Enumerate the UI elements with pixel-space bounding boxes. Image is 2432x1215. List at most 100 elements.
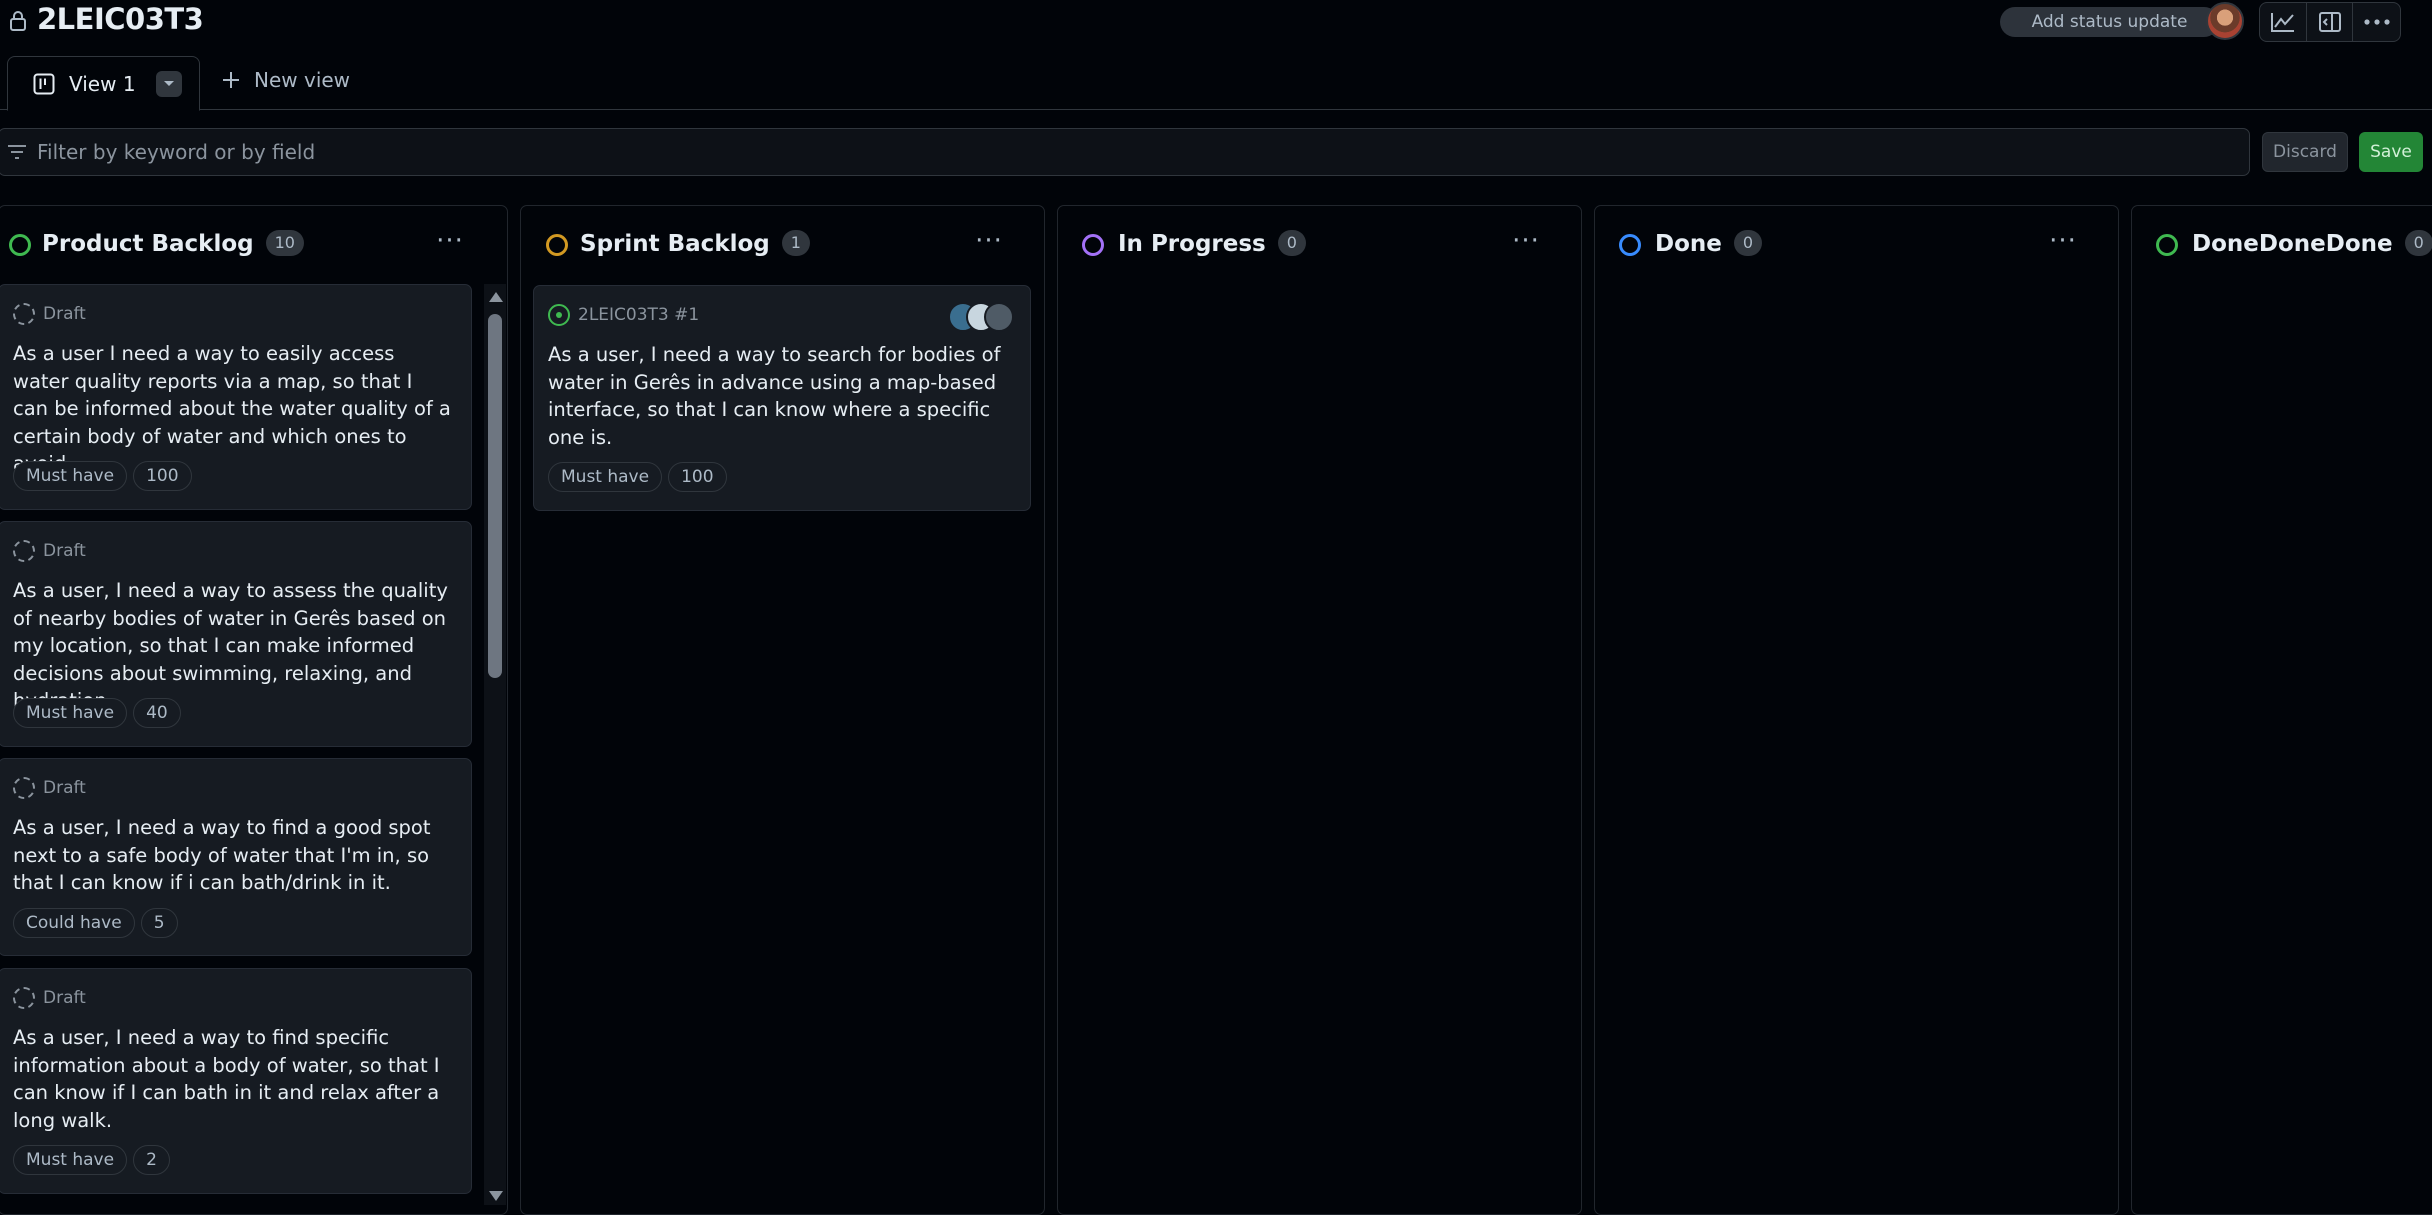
- card-type: Draft: [43, 988, 86, 1008]
- filter-input[interactable]: [35, 137, 2225, 167]
- card-meta: 2LEIC03T3 #1: [548, 304, 699, 326]
- card-fields: Must have 100: [548, 462, 727, 492]
- project-title: 2LEIC03T3: [37, 2, 204, 36]
- card-type: Draft: [43, 541, 86, 561]
- column-menu-button[interactable]: ···: [430, 224, 470, 258]
- sidebar-toggle-icon: [2318, 12, 2341, 32]
- column-count: 0: [1733, 230, 1763, 256]
- estimate-chip[interactable]: 5: [140, 908, 178, 938]
- card-type: Draft: [43, 304, 86, 324]
- card-title[interactable]: As a user, I need a way to find specific…: [13, 1024, 453, 1134]
- column-count: 0: [1277, 230, 1306, 256]
- kebab-menu-icon: [2364, 19, 2390, 25]
- card-title[interactable]: As a user, I need a way to assess the qu…: [13, 577, 453, 715]
- column-header: Sprint Backlog 1 ···: [521, 206, 1044, 286]
- card[interactable]: Draft As a user, I need a way to find a …: [0, 758, 472, 956]
- estimate-chip[interactable]: 100: [668, 462, 727, 492]
- status-circle-icon: [2156, 234, 2178, 256]
- column-title: In Progress 0: [1118, 230, 1306, 257]
- status-circle-icon: [546, 234, 568, 256]
- card-meta: Draft: [13, 987, 86, 1009]
- assignees[interactable]: [948, 302, 1014, 332]
- plus-icon: [223, 72, 239, 88]
- column-menu-button[interactable]: ···: [1506, 224, 1546, 258]
- header-toolbar: [2259, 2, 2401, 42]
- column-title: DoneDoneDone 0: [2192, 230, 2432, 257]
- column-sprint-backlog: Sprint Backlog 1 ··· 2LEIC03T3 #1 As a us…: [520, 205, 1045, 1215]
- view-tabs: View 1 New view: [0, 54, 2432, 111]
- card-fields: Must have 100: [13, 461, 192, 491]
- column-scrollbar[interactable]: [484, 284, 506, 1205]
- column-title: Done 0: [1655, 230, 1763, 257]
- card-fields: Must have 2: [13, 1145, 170, 1175]
- card-fields: Could have 5: [13, 908, 178, 938]
- avatar: [984, 302, 1014, 332]
- filter-bar: [0, 128, 2250, 176]
- estimate-chip[interactable]: 100: [133, 461, 192, 491]
- priority-chip[interactable]: Must have: [13, 1145, 128, 1175]
- new-view-label: New view: [254, 68, 351, 92]
- column-donedonedone: DoneDoneDone 0: [2131, 205, 2432, 1215]
- tab-label: View 1: [69, 71, 136, 96]
- filter-icon: [8, 145, 26, 159]
- column-menu-button[interactable]: ···: [2043, 224, 2083, 258]
- insights-button[interactable]: [2260, 3, 2307, 41]
- column-header: DoneDoneDone 0: [2132, 206, 2432, 286]
- avatar[interactable]: [2206, 2, 2244, 40]
- card[interactable]: Draft As a user, I need a way to find sp…: [0, 968, 472, 1194]
- estimate-chip[interactable]: 2: [133, 1145, 170, 1175]
- priority-chip[interactable]: Must have: [13, 698, 128, 728]
- card-title[interactable]: As a user, I need a way to find a good s…: [13, 814, 453, 897]
- kebab-menu-button[interactable]: [2353, 3, 2400, 41]
- card-title[interactable]: As a user, I need a way to search for bo…: [548, 341, 1018, 451]
- draft-icon: [13, 303, 35, 325]
- new-view-button[interactable]: New view: [222, 68, 350, 92]
- column-title: Product Backlog 10: [42, 230, 304, 257]
- save-button[interactable]: Save: [2359, 132, 2423, 172]
- insights-icon: [2270, 13, 2294, 32]
- project-header: 2LEIC03T3 Add status update: [0, 0, 2432, 48]
- column-header: In Progress 0 ···: [1058, 206, 1581, 286]
- column-header: Done 0 ···: [1595, 206, 2118, 286]
- add-status-update-button[interactable]: Add status update: [2000, 7, 2219, 37]
- priority-chip[interactable]: Could have: [13, 908, 135, 938]
- card-meta: Draft: [13, 303, 86, 325]
- priority-chip[interactable]: Must have: [13, 461, 128, 491]
- column-title: Sprint Backlog 1: [580, 230, 810, 257]
- card-title[interactable]: As a user I need a way to easily access …: [13, 340, 453, 478]
- column-header: Product Backlog 10 ···: [0, 206, 507, 286]
- status-circle-icon: [9, 234, 31, 256]
- column-menu-button[interactable]: ···: [969, 224, 1009, 258]
- tab-view-1[interactable]: View 1: [7, 56, 200, 111]
- column-in-progress: In Progress 0 ···: [1057, 205, 1582, 1215]
- scroll-up-arrow-icon[interactable]: [489, 292, 503, 302]
- scroll-down-arrow-icon[interactable]: [489, 1191, 503, 1201]
- card-type: Draft: [43, 778, 86, 798]
- column-count: 1: [781, 230, 810, 256]
- column-count: 0: [2404, 230, 2432, 256]
- card[interactable]: Draft As a user I need a way to easily a…: [0, 284, 472, 510]
- discard-button[interactable]: Discard: [2262, 132, 2348, 172]
- view-options-button[interactable]: [155, 70, 182, 97]
- chevron-down-icon: [163, 80, 174, 86]
- card-fields: Must have 40: [13, 698, 181, 728]
- card[interactable]: 2LEIC03T3 #1 As a user, I need a way to …: [533, 285, 1031, 511]
- scroll-thumb[interactable]: [488, 314, 502, 678]
- priority-chip[interactable]: Must have: [548, 462, 663, 492]
- column-count: 10: [265, 230, 304, 256]
- issue-reference[interactable]: 2LEIC03T3 #1: [578, 305, 699, 325]
- status-circle-icon: [1082, 234, 1104, 256]
- draft-icon: [13, 987, 35, 1009]
- status-circle-icon: [1619, 234, 1641, 256]
- draft-icon: [13, 540, 35, 562]
- open-issue-icon: [548, 304, 570, 326]
- draft-icon: [13, 777, 35, 799]
- lock-icon: [10, 11, 26, 31]
- column-done: Done 0 ···: [1594, 205, 2119, 1215]
- sidebar-toggle-button[interactable]: [2307, 3, 2354, 41]
- card-meta: Draft: [13, 777, 86, 799]
- board-icon: [33, 73, 55, 94]
- estimate-chip[interactable]: 40: [133, 698, 181, 728]
- card[interactable]: Draft As a user, I need a way to assess …: [0, 521, 472, 747]
- card-meta: Draft: [13, 540, 86, 562]
